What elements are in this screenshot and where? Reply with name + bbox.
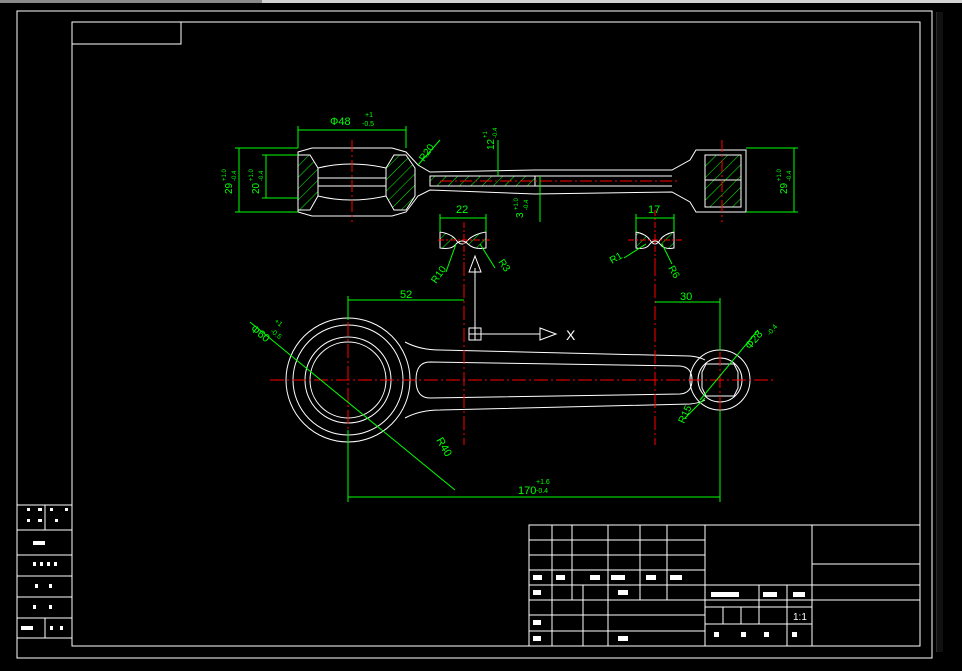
dim-length: 170 [518, 485, 536, 497]
dim-left-width: 22 [456, 204, 468, 216]
dim-right-height-tol-up: +1.0 [777, 168, 783, 181]
section-view [297, 140, 747, 222]
ucs-icon [468, 254, 558, 341]
dim-small-dia: Ф28 [743, 328, 765, 352]
dim-big-dia-tol-up: +1 [273, 318, 284, 328]
dim-right-r6: R6 [665, 264, 681, 281]
vertical-scrollbar[interactable] [936, 12, 943, 652]
dim-left-r3: R3 [496, 257, 513, 274]
cross-section-left: 22 R10 R3 [429, 204, 512, 286]
dim-bore-big-tol-up: +1 [365, 112, 373, 119]
dim-left-inner-tol-up: +1.0 [249, 168, 255, 181]
dim-left-inner: 20 [251, 182, 262, 194]
cross-section-right: 17 R1 R6 [608, 204, 684, 281]
dim-web-thick: 12 [486, 138, 497, 150]
dim-length-tol-dn: -0.4 [536, 488, 548, 495]
title-block [528, 524, 921, 647]
dim-web-tol-up: +1 [483, 130, 489, 138]
dim-right-width: 17 [648, 204, 660, 216]
dim-left-r10: R10 [429, 264, 449, 286]
dim-left-height-tol-dn: -0.4 [232, 170, 238, 181]
left-margin-table [17, 504, 72, 639]
dim-left-inner-tol-dn: -0.4 [259, 170, 265, 181]
dim-52: 52 [400, 289, 412, 301]
dim-mid-tol-up: +1.0 [514, 197, 520, 210]
ucs-x-label: X [566, 327, 576, 343]
dim-right-height: 29 [779, 182, 790, 194]
hatch-right-boss [704, 154, 742, 208]
dim-small-dia-tol: -0.4 [766, 323, 779, 337]
dim-bore-big: Ф48 [330, 116, 351, 128]
scale-text: 1:1 [793, 612, 807, 623]
dim-right-r1: R1 [608, 250, 625, 266]
dim-big-dia: Ф60 [248, 323, 272, 345]
dim-bore-big-tol-dn: -0.5 [362, 121, 374, 128]
shank-bottom [404, 399, 706, 419]
dim-web-tol-dn: -0.4 [493, 127, 499, 138]
dim-r20: R20 [417, 142, 437, 164]
dim-r15: R15 [677, 404, 695, 426]
dim-r40: R40 [433, 436, 453, 459]
dim-left-height: 29 [224, 182, 235, 194]
dim-right-height-tol-dn: -0.4 [787, 170, 793, 181]
dim-length-tol-up: +1.6 [536, 479, 550, 486]
dim-30: 30 [680, 291, 692, 303]
plan-dimensions [249, 296, 759, 502]
hatch-right-wall [385, 154, 416, 211]
cad-drawing-canvas[interactable]: 1:1 Ф48 +1 -0.5 R20 12 +1 -0.4 29 +1.0 -… [0, 3, 962, 671]
top-left-box [71, 21, 182, 45]
dim-mid-thick: 3 [515, 212, 526, 218]
shank-top [404, 341, 706, 361]
hatch-left-wall [297, 154, 319, 211]
plan-centerlines [270, 262, 775, 460]
dim-mid-tol-dn: -0.4 [524, 199, 530, 210]
dim-left-height-tol-up: +1.0 [222, 168, 228, 181]
plan-dim-text: 52 30 Ф60 +1 -0.5 Ф28 -0.4 R40 R15 170 +… [248, 289, 779, 497]
